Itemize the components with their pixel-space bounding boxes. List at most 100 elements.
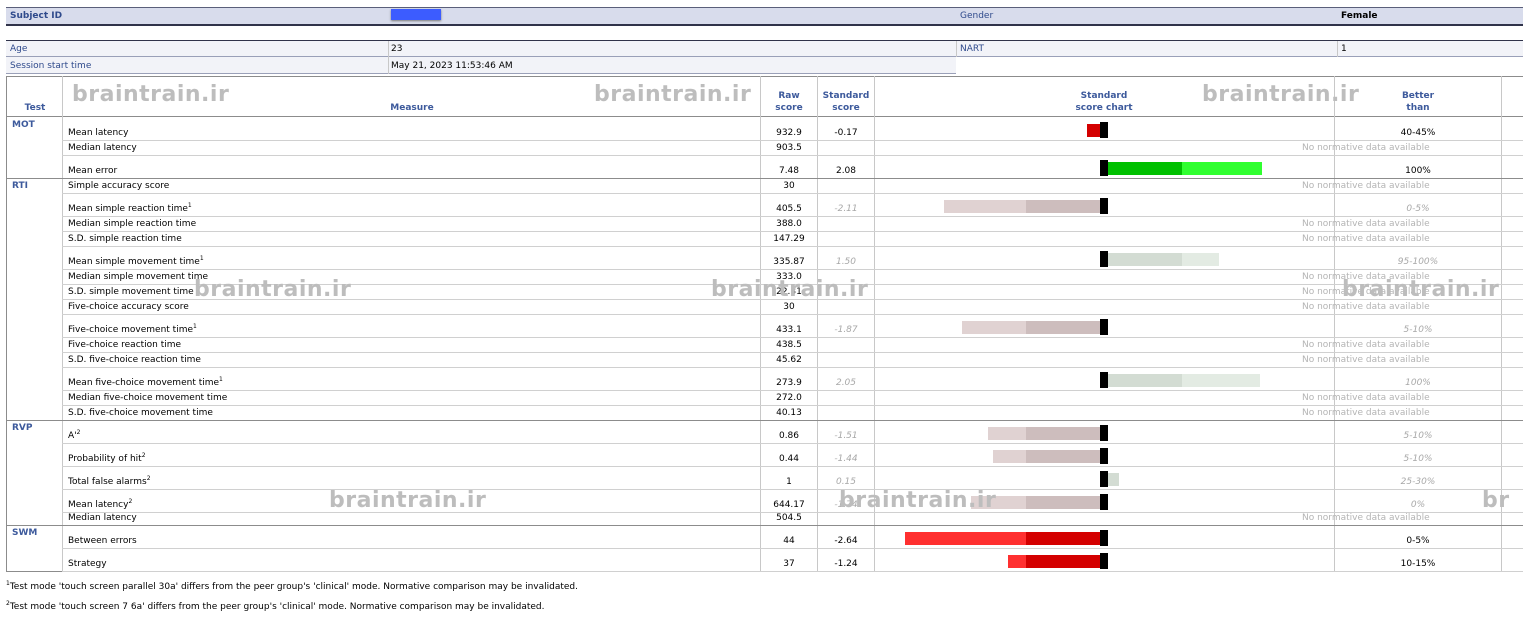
better-than: No normative data available <box>1302 340 1430 350</box>
score-bar <box>1026 532 1100 545</box>
better-than: No normative data available <box>1302 143 1430 153</box>
measure-name: Median simple movement time <box>68 272 209 282</box>
footnote-mark: 1 <box>6 580 10 587</box>
better-than: 95-100% <box>1397 257 1439 267</box>
col-header-chart-line1: Standard <box>1080 91 1128 101</box>
footnote-mark: 2 <box>6 600 10 607</box>
measure-name: S.D. five-choice movement time <box>68 408 213 418</box>
measure-name: Probability of hit2 <box>68 452 146 464</box>
measure-name: Strategy <box>68 559 107 569</box>
better-than: 0-5% <box>1406 204 1430 214</box>
col-header-better-line2: than <box>1406 103 1430 113</box>
subject-header-band <box>6 7 1523 26</box>
col-header-better-line1: Better <box>1401 91 1435 101</box>
chart-axis-marker <box>1100 553 1108 569</box>
col-header-std-line1: Standard <box>822 91 870 101</box>
better-than: 5-10% <box>1403 325 1433 335</box>
test-label-mot: MOT <box>12 120 35 130</box>
chart-axis-marker <box>1100 122 1108 138</box>
raw-score: 388.0 <box>776 219 802 229</box>
row-separator <box>62 390 1523 391</box>
row-separator <box>6 420 1523 421</box>
score-bar-extended <box>1008 555 1026 568</box>
better-than: No normative data available <box>1302 181 1430 191</box>
row-separator <box>62 548 1523 549</box>
score-bar-extended <box>993 450 1026 463</box>
raw-score: 405.5 <box>776 204 802 214</box>
better-than: 100% <box>1405 166 1431 176</box>
score-bar <box>1108 162 1182 175</box>
chart-axis-marker <box>1100 494 1108 510</box>
chart-axis-marker <box>1100 425 1108 441</box>
better-than: No normative data available <box>1302 355 1430 365</box>
info-divider <box>1337 41 1338 57</box>
col-header-std-line2: score <box>832 103 860 113</box>
chart-axis-marker <box>1100 319 1108 335</box>
score-bar-extended <box>943 200 1026 213</box>
raw-score: 504.5 <box>776 513 802 523</box>
score-bar <box>1108 374 1182 387</box>
subject-id-redacted-field <box>391 9 441 20</box>
row-separator <box>62 443 1523 444</box>
table-top-border <box>6 76 1523 77</box>
row-separator <box>62 337 1523 338</box>
table-left-border <box>6 76 7 572</box>
standard-score: -1.44 <box>834 454 858 464</box>
chart-axis-marker <box>1100 251 1108 267</box>
watermark: braintrain.ir <box>711 277 869 302</box>
subject-id-label: Subject ID <box>10 11 63 21</box>
standard-score: 0.15 <box>835 477 857 487</box>
score-bar <box>1026 496 1100 509</box>
measure-name: Median simple reaction time <box>68 219 197 229</box>
score-bar-extended <box>988 427 1026 440</box>
standard-score: 2.08 <box>835 166 857 176</box>
age-label: Age <box>10 44 28 54</box>
info-divider <box>956 41 957 57</box>
score-bar <box>1087 124 1100 137</box>
row-separator <box>62 405 1523 406</box>
score-bar <box>1026 200 1100 213</box>
measure-name: Median latency <box>68 143 137 153</box>
nart-value: 1 <box>1341 44 1347 54</box>
row-separator <box>62 246 1523 247</box>
row-separator <box>62 367 1523 368</box>
score-bar <box>1108 253 1182 266</box>
measure-name: Simple accuracy score <box>68 181 170 191</box>
raw-score: 44 <box>783 536 795 546</box>
better-than: 0% <box>1410 500 1426 510</box>
standard-score: -1.87 <box>834 325 858 335</box>
row-separator <box>62 352 1523 353</box>
score-bar-extended <box>1182 374 1260 387</box>
chart-axis-marker <box>1100 372 1108 388</box>
row-separator <box>62 314 1523 315</box>
raw-score: 903.5 <box>776 143 802 153</box>
test-label-swm: SWM <box>12 528 38 538</box>
watermark: braintrain.ir <box>1202 82 1360 107</box>
measure-name: Total false alarms2 <box>68 475 151 487</box>
row-separator <box>62 231 1523 232</box>
table-header-border <box>6 116 1523 117</box>
measure-name: A'2 <box>68 429 81 441</box>
score-bar-extended <box>1182 162 1262 175</box>
measure-name: Mean latency2 <box>68 498 133 510</box>
better-than: 0-5% <box>1406 536 1430 546</box>
raw-score: 30 <box>783 181 795 191</box>
col-divider-test <box>62 76 63 572</box>
watermark: braintrain.ir <box>839 488 997 513</box>
session-label: Session start time <box>10 61 92 71</box>
raw-score: 272.0 <box>776 393 802 403</box>
chart-axis-marker <box>1100 471 1108 487</box>
row-separator <box>62 193 1523 194</box>
footnote-1: 1Test mode 'touch screen parallel 30a' d… <box>6 580 578 592</box>
gender-label: Gender <box>960 11 994 21</box>
test-label-rti: RTI <box>12 181 29 191</box>
col-divider-raw <box>817 76 818 572</box>
score-bar <box>1026 321 1100 334</box>
better-than: 5-10% <box>1403 431 1433 441</box>
footnote-2: 2Test mode 'touch screen 7 6a' differs f… <box>6 600 545 612</box>
raw-score: 0.86 <box>778 431 800 441</box>
raw-score: 147.29 <box>773 234 805 244</box>
watermark: braintrain.ir <box>194 277 352 302</box>
standard-score: -1.51 <box>834 431 858 441</box>
better-than: 40-45% <box>1400 128 1436 138</box>
